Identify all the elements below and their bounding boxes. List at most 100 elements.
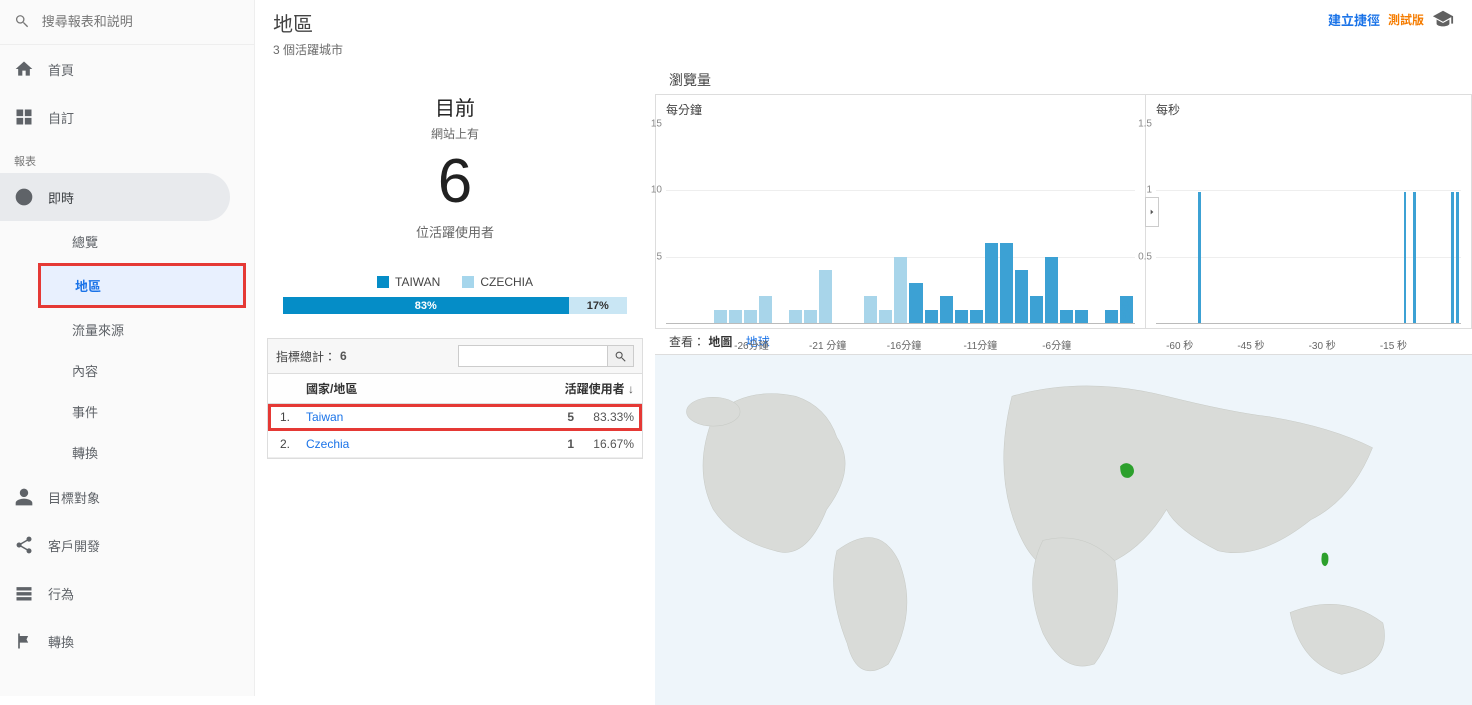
x-label: -26分鐘 xyxy=(734,337,768,352)
nav-behavior[interactable]: 行為 xyxy=(0,569,254,617)
page-subtitle: 3 個活躍城市 xyxy=(273,41,343,58)
user-icon xyxy=(14,487,34,507)
y-label: 1 xyxy=(1146,185,1152,196)
now-title: 目前 xyxy=(255,92,655,121)
x-label: -21 分鐘 xyxy=(809,337,846,352)
chart-bar xyxy=(759,296,772,323)
chart-bar xyxy=(985,243,998,323)
table-search-input[interactable] xyxy=(458,345,608,367)
split-bar: 83% 17% xyxy=(283,297,627,314)
left-column: 目前 網站上有 6 位活躍使用者 TAIWAN CZECHIA xyxy=(255,62,655,705)
right-column: 瀏覽量 每分鐘 15 10 5 分鐘 xyxy=(655,62,1472,705)
search-input[interactable] xyxy=(42,14,240,29)
legend-czechia: CZECHIA xyxy=(462,275,533,289)
chart-bar xyxy=(1456,192,1459,323)
split-bar-tw: 83% xyxy=(283,297,569,314)
sidebar: 首頁 自訂 報表 即時 總覽 地區 流量來源 內容 事件 轉換 目標對象 客戶開… xyxy=(0,0,255,696)
page-title: 地區 xyxy=(273,8,343,37)
table-toolbar: 指標總計： 6 xyxy=(268,339,642,374)
x-label: -15 秒 xyxy=(1380,337,1407,352)
chart-bar xyxy=(1000,243,1013,323)
chart-bar xyxy=(894,257,907,323)
sub-conversions[interactable]: 轉換 xyxy=(38,433,246,472)
sidebar-search[interactable] xyxy=(0,6,254,45)
x-label: -60 秒 xyxy=(1166,337,1193,352)
nav-custom[interactable]: 自訂 xyxy=(0,93,254,141)
now-card: 目前 網站上有 6 位活躍使用者 xyxy=(255,62,655,247)
nav-acquisition[interactable]: 客戶開發 xyxy=(0,521,254,569)
chart-bar xyxy=(729,310,742,323)
col-users[interactable]: 活躍使用者 xyxy=(552,374,642,404)
y-label: 15 xyxy=(651,119,662,130)
custom-icon xyxy=(14,107,34,127)
chart-bar xyxy=(714,310,727,323)
table-row[interactable]: 2. Czechia 1 16.67% xyxy=(268,431,642,458)
nav-custom-label: 自訂 xyxy=(48,108,74,127)
nav-audience[interactable]: 目標對象 xyxy=(0,473,254,521)
nav-conversions[interactable]: 轉換 xyxy=(0,617,254,665)
min-tag: 分鐘 xyxy=(1116,301,1131,321)
behavior-icon xyxy=(14,583,34,603)
chart-bar xyxy=(789,310,802,323)
map-svg xyxy=(655,355,1472,705)
y-label: 5 xyxy=(656,251,662,262)
sub-traffic[interactable]: 流量來源 xyxy=(38,310,246,349)
chart-bar xyxy=(1030,296,1043,323)
y-label: 0.5 xyxy=(1138,251,1152,262)
chart-bar xyxy=(925,310,938,323)
row-country[interactable]: Taiwan xyxy=(298,404,552,431)
charts-container: 每分鐘 15 10 5 分鐘 -26分鐘 -21 分鐘 xyxy=(655,94,1472,329)
chart-bar xyxy=(970,310,983,323)
split-bar-cz: 17% xyxy=(569,297,627,314)
sub-locations[interactable]: 地區 xyxy=(41,266,243,305)
chart-bar xyxy=(955,310,968,323)
tab-map[interactable]: 地圖 xyxy=(708,335,732,349)
main: 地區 3 個活躍城市 建立捷徑 測試版 目前 網站上有 6 位活躍使用者 xyxy=(255,0,1472,696)
x-label: -16分鐘 xyxy=(887,337,921,352)
metric-value: 6 xyxy=(340,349,347,363)
row-country[interactable]: Czechia xyxy=(298,431,552,458)
graduation-icon[interactable] xyxy=(1432,8,1454,30)
row-count: 1 xyxy=(552,431,582,458)
nav-acquisition-label: 客戶開發 xyxy=(48,536,100,555)
sub-overview[interactable]: 總覽 xyxy=(38,222,246,261)
col-country[interactable]: 國家/地區 xyxy=(298,374,552,404)
view-label: 查看： xyxy=(669,335,705,349)
search-icon xyxy=(614,350,627,363)
clock-icon xyxy=(14,187,34,207)
legend-taiwan-label: TAIWAN xyxy=(395,275,440,289)
chart-sec-title: 每秒 xyxy=(1156,101,1461,118)
legend-czechia-label: CZECHIA xyxy=(480,275,533,289)
legend-taiwan: TAIWAN xyxy=(377,275,440,289)
y-label: 1.5 xyxy=(1138,119,1152,130)
chart-bar xyxy=(909,283,922,323)
metric-label: 指標總計： xyxy=(276,348,336,365)
x-label: -11分鐘 xyxy=(963,337,997,352)
swatch-czechia xyxy=(462,276,474,288)
home-icon xyxy=(14,59,34,79)
chart-bar xyxy=(1404,192,1407,323)
sub-content[interactable]: 內容 xyxy=(38,351,246,390)
nav-realtime[interactable]: 即時 xyxy=(0,173,230,221)
chart-bar xyxy=(940,296,953,323)
chart-bar xyxy=(1451,192,1454,323)
table-search-button[interactable] xyxy=(608,345,634,367)
chart-bar xyxy=(879,310,892,323)
now-sub: 網站上有 xyxy=(255,125,655,142)
share-icon xyxy=(14,535,34,555)
chart-bar xyxy=(1015,270,1028,323)
chart-bar xyxy=(864,296,877,323)
row-rank: 2. xyxy=(268,431,298,458)
chart-min-title: 每分鐘 xyxy=(666,101,1135,118)
legend: TAIWAN CZECHIA xyxy=(255,275,655,289)
nav-home[interactable]: 首頁 xyxy=(0,45,254,93)
chart-bar xyxy=(1198,192,1201,323)
table-row[interactable]: 1. Taiwan 5 83.33% xyxy=(268,404,642,431)
chart-bar xyxy=(1045,257,1058,323)
sub-events[interactable]: 事件 xyxy=(38,392,246,431)
row-pct: 83.33% xyxy=(582,404,642,431)
x-label: -6分鐘 xyxy=(1042,337,1071,352)
world-map[interactable] xyxy=(655,354,1472,705)
create-shortcut-link[interactable]: 建立捷徑 xyxy=(1328,10,1380,29)
charts-section-title: 瀏覽量 xyxy=(655,62,1472,94)
